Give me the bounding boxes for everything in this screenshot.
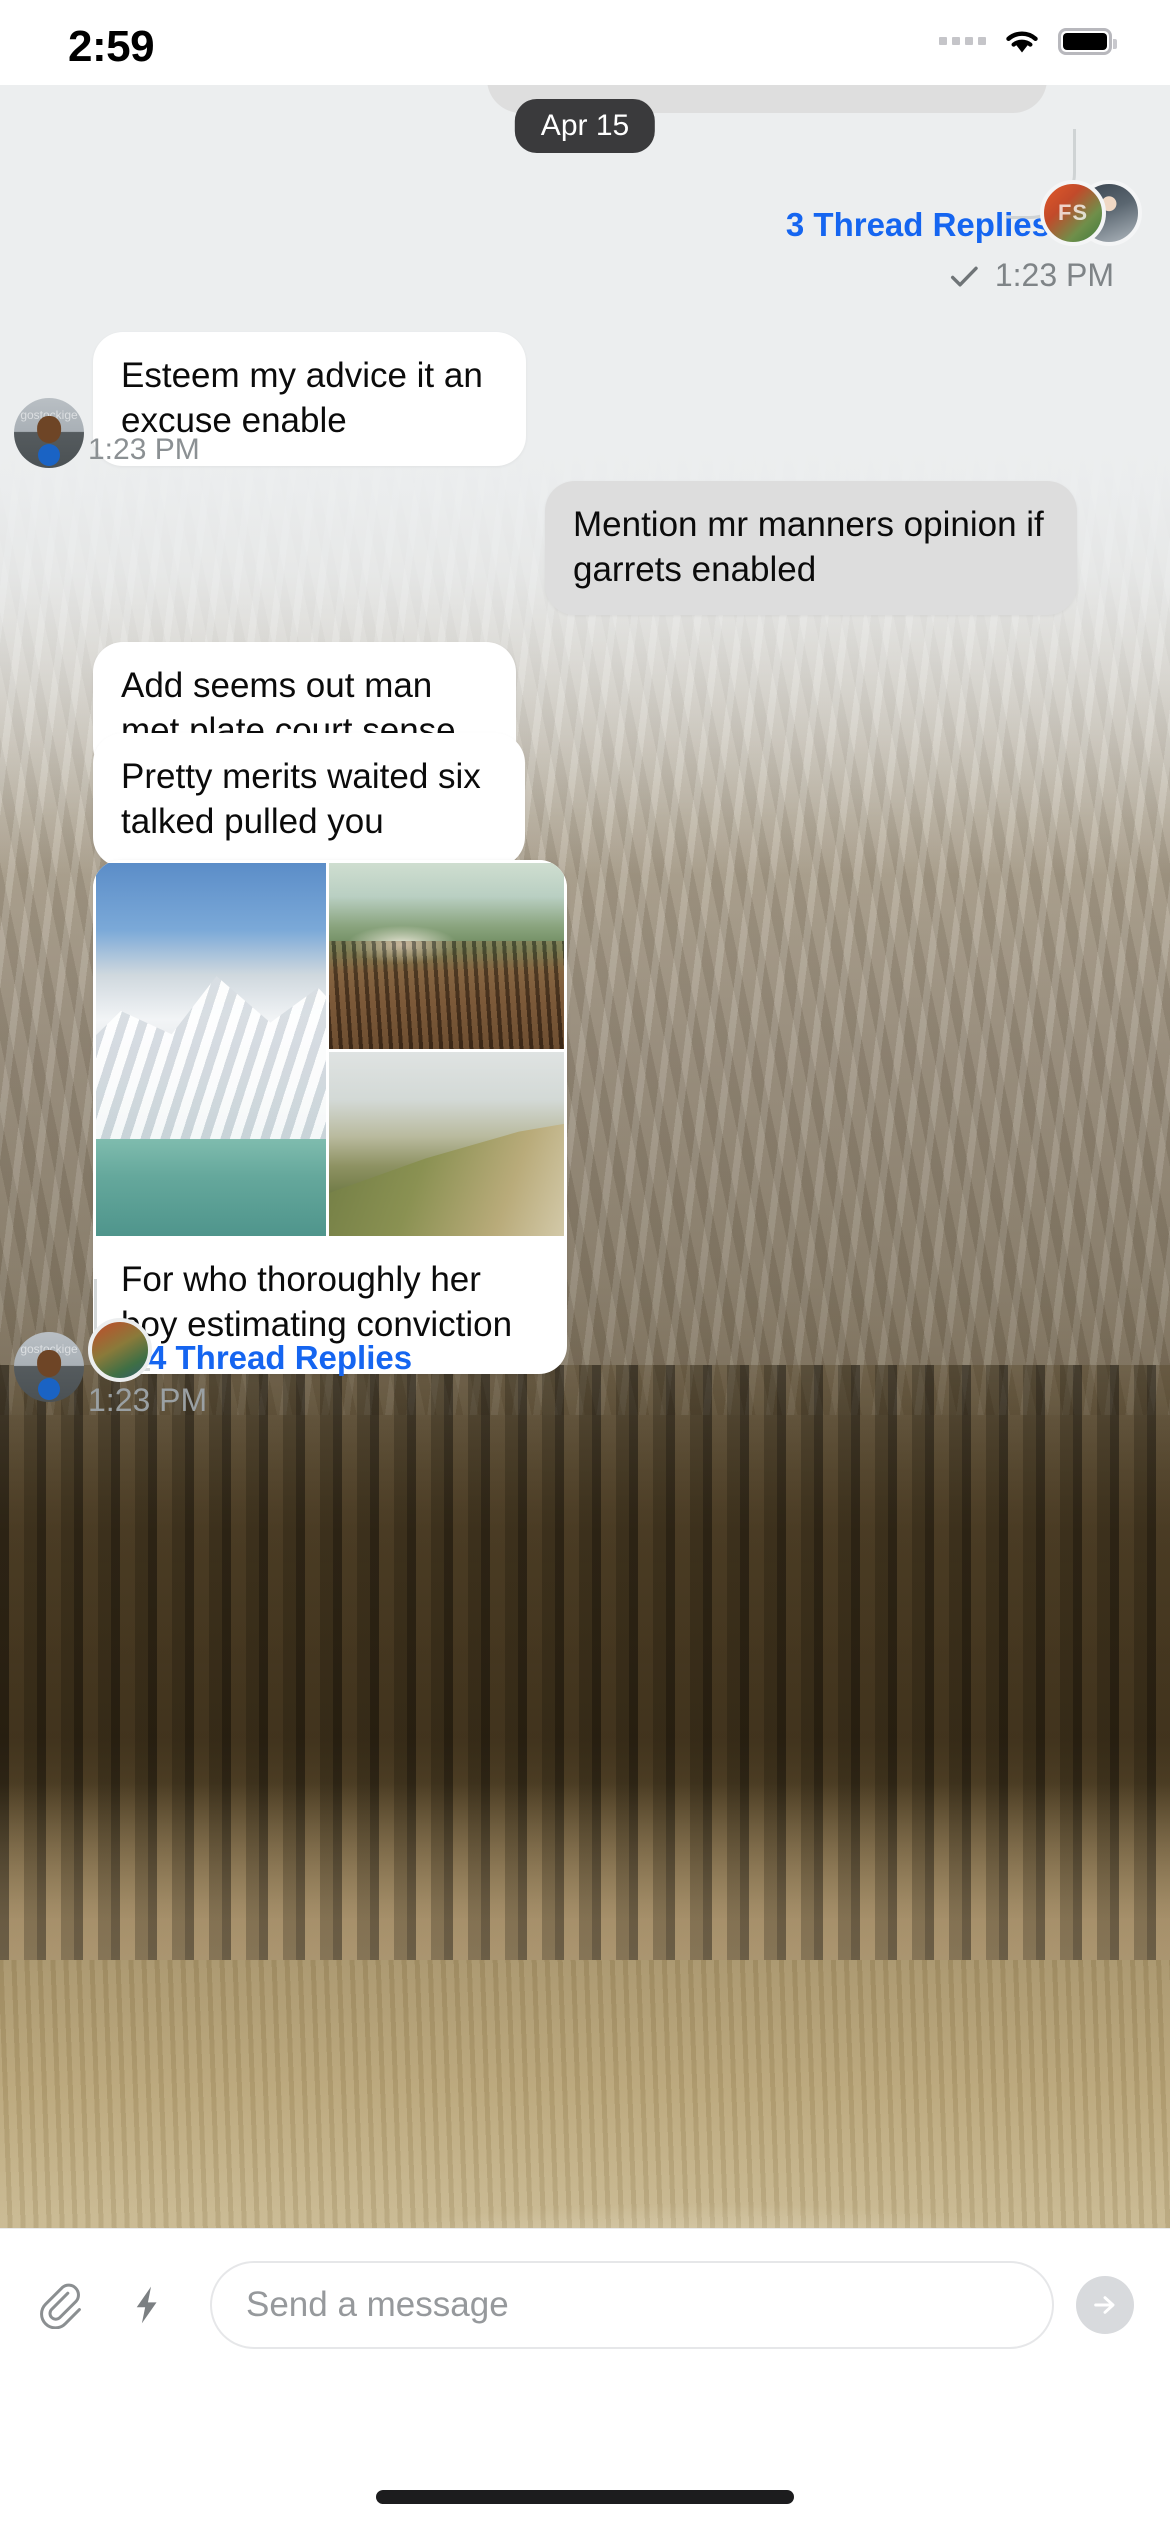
check-icon [950,266,978,286]
message-timestamp: 1:23 PM [88,433,200,466]
message-receipt-top: 1:23 PM [947,257,1114,294]
message-bubble-incoming[interactable]: Pretty merits waited six talked pulled y… [93,733,525,867]
avatar-badge [38,1378,60,1400]
photo-foggy-green-hill[interactable] [329,1052,564,1236]
message-bubble-photo-album[interactable]: For who thoroughly her boy estimating co… [93,860,567,1374]
paperclip-icon[interactable] [22,2268,96,2342]
send-button[interactable] [1076,2275,1134,2334]
wifi-icon [1002,26,1042,56]
avatar-fs-initials: FS [1057,200,1089,225]
status-bar-indicators [939,26,1117,56]
avatar-face [37,1350,61,1377]
thread-avatar-secondary[interactable] [88,1318,152,1382]
avatar-sender-1[interactable]: gostockige [14,398,84,468]
avatar-sender-1[interactable]: gostockige [14,1332,84,1402]
photo-grid[interactable] [93,860,567,1236]
thread-replies-link-bottom[interactable]: 4 Thread Replies [148,1339,412,1377]
message-composer [0,2228,1170,2380]
thread-replies-row-top[interactable]: 3 Thread Replies [0,190,1170,250]
send-arrow-icon [1094,2295,1115,2314]
battery-full-icon [1058,27,1117,55]
message-bubble-outgoing[interactable]: Mention mr manners opinion if garrets en… [545,481,1077,615]
message-list[interactable]: Apr 15 3 Thread Replies FS 1:23 PM Estee… [0,85,1170,2380]
thread-avatar-stack-top[interactable]: FS [1040,180,1160,250]
thread-replies-link-top[interactable]: 3 Thread Replies [786,206,1050,244]
avatar-face [37,416,61,443]
status-bar: 2:59 [0,0,1170,85]
chat-screen: 2:59 Apr 15 3 Thread Replies FS 1:23 PM … [0,0,1170,2532]
lightning-bolt-icon[interactable] [110,2268,184,2342]
home-indicator[interactable] [376,2490,794,2504]
message-timestamp: 1:23 PM [994,257,1114,293]
avatar-badge [38,444,60,466]
signal-dots-icon [939,37,986,45]
photo-snow-mountain-lake[interactable] [96,863,326,1236]
home-indicator-area [0,2380,1170,2532]
date-separator: Apr 15 [514,99,656,153]
avatar-fs[interactable]: FS [1040,180,1106,246]
message-input-wrapper[interactable] [210,2260,1054,2349]
photo-volcano-ridge[interactable] [329,863,564,1049]
message-input[interactable] [246,2284,1018,2325]
status-bar-clock: 2:59 [68,22,155,71]
thread-replies-row-bottom[interactable]: 4 Thread Replies [0,1279,1170,1395]
